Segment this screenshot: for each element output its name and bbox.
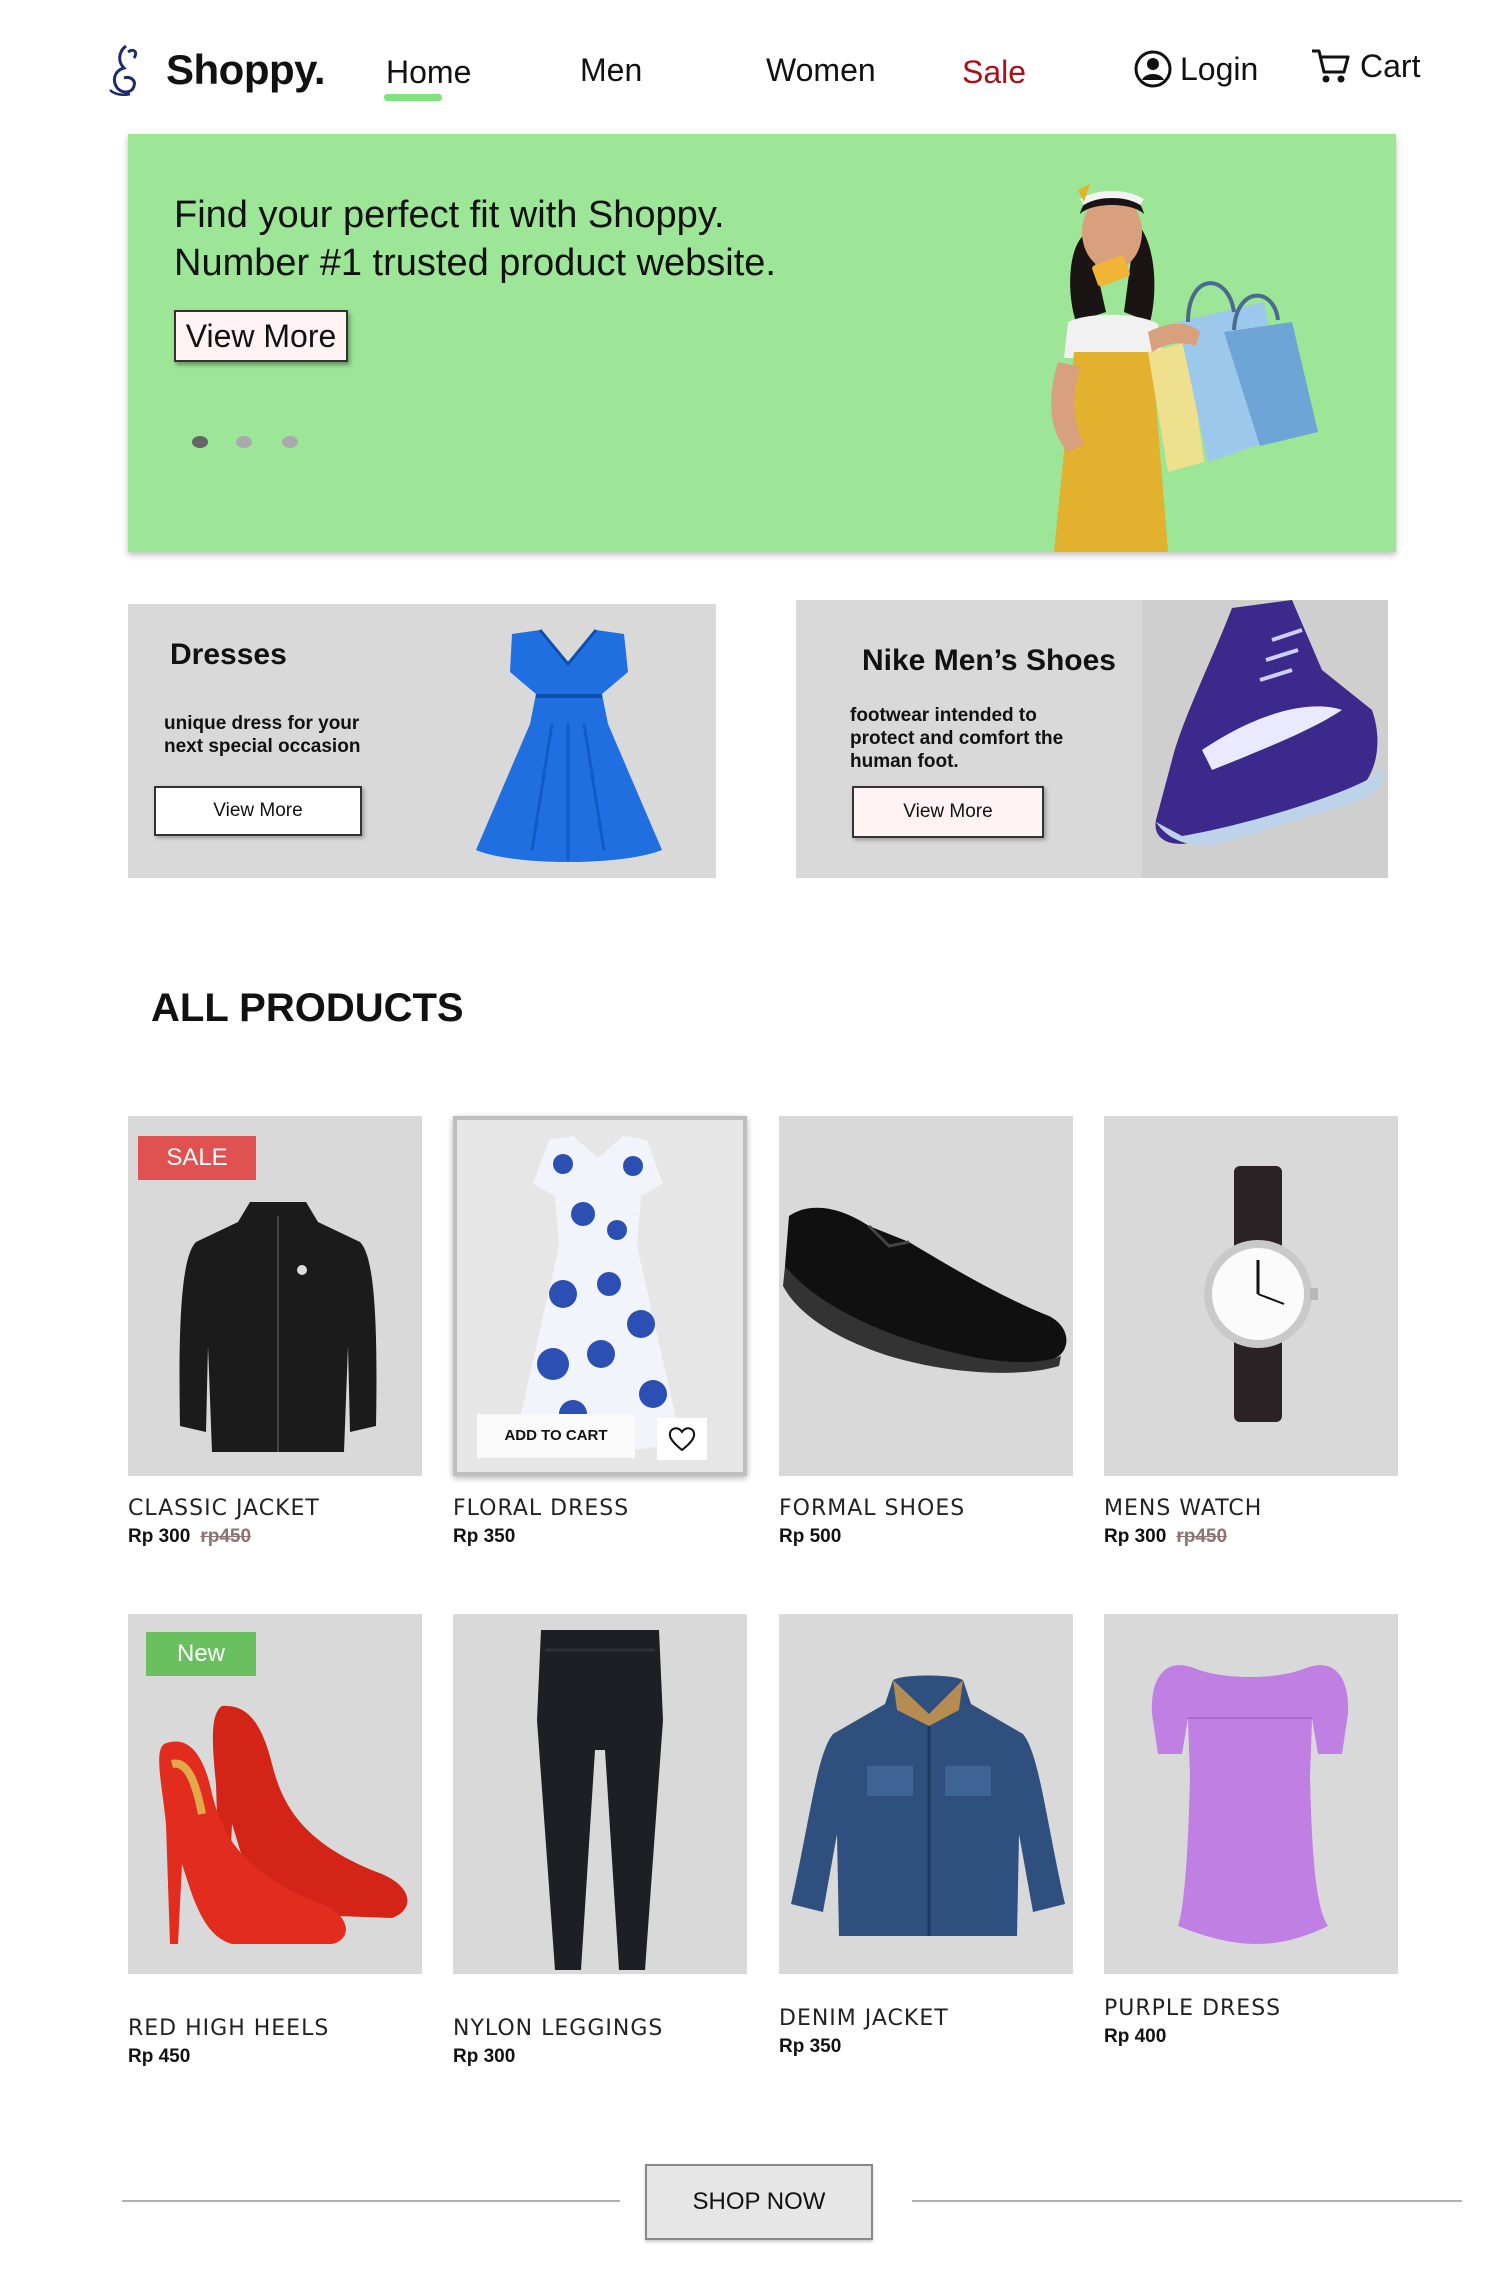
hero-view-more-button[interactable]: View More <box>174 310 348 362</box>
nav-active-indicator <box>384 94 442 101</box>
dress-icon <box>515 1136 681 1452</box>
leggings-icon <box>537 1630 663 1970</box>
sale-badge: SALE <box>138 1136 256 1180</box>
cart-icon <box>1312 49 1350 83</box>
product-price: Rp 350 <box>779 2036 842 2057</box>
product-name[interactable]: MENS WATCH <box>1104 1496 1262 1521</box>
promo-description: footwear intended to protect and comfort… <box>850 705 1064 772</box>
promo-card-shoes[interactable]: Nike Men’s Shoes footwear intended to pr… <box>796 600 1388 878</box>
product-old-price: rp450 <box>200 1526 252 1547</box>
product-name[interactable]: CLASSIC JACKET <box>128 1496 320 1521</box>
jacket-icon <box>791 1675 1065 1936</box>
product-name[interactable]: FORMAL SHOES <box>779 1496 965 1521</box>
promo-view-more-button[interactable]: View More <box>852 786 1044 838</box>
hero-headline-line1: Find your perfect fit with Shoppy. <box>174 194 725 236</box>
promo-card-dresses[interactable]: Dresses unique dress for your next speci… <box>128 604 716 878</box>
product-price-row: Rp 400 <box>1104 2026 1166 2048</box>
woman-shopping-image <box>1051 184 1318 552</box>
hero-headline-line2: Number #1 trusted product website. <box>174 242 776 284</box>
carousel-dot-1[interactable] <box>192 436 208 448</box>
product-price: Rp 300 <box>128 1526 191 1547</box>
cart-button[interactable]: Cart <box>1310 46 1420 86</box>
divider-right <box>912 2200 1462 2202</box>
nav-sale[interactable]: Sale <box>962 54 1026 91</box>
jacket-icon <box>179 1202 377 1452</box>
product-price-row: Rp 300 rp450 <box>1104 1526 1227 1548</box>
add-to-cart-button[interactable]: ADD TO CART <box>477 1414 635 1458</box>
divider-left <box>122 2200 620 2202</box>
hero-banner: Find your perfect fit with Shoppy. Numbe… <box>128 134 1396 552</box>
heels-icon <box>159 1705 408 1944</box>
product-name[interactable]: NYLON LEGGINGS <box>453 2016 663 2041</box>
user-icon <box>1134 50 1172 88</box>
nav-women[interactable]: Women <box>766 52 876 89</box>
carousel-dot-3[interactable] <box>282 436 298 448</box>
product-price: Rp 300 <box>453 2046 516 2067</box>
product-price: Rp 500 <box>779 1526 842 1547</box>
product-price-row: Rp 350 <box>453 1526 515 1548</box>
promo-title: Dresses <box>170 638 287 671</box>
nav-home[interactable]: Home <box>386 54 471 91</box>
product-price: Rp 450 <box>128 2046 191 2067</box>
promo-title: Nike Men’s Shoes <box>862 644 1116 677</box>
dress-icon <box>1151 1665 1349 1944</box>
wishlist-button[interactable] <box>657 1418 707 1460</box>
nike-shoe-image <box>1155 600 1384 846</box>
product-card-formal-shoes[interactable] <box>779 1116 1073 1476</box>
product-price-row: Rp 300 rp450 <box>128 1526 251 1548</box>
product-card-floral-dress[interactable]: ADD TO CART <box>453 1116 747 1476</box>
cart-label: Cart <box>1360 47 1421 84</box>
promo-description: unique dress for your next special occas… <box>164 713 361 757</box>
section-title: ALL PRODUCTS <box>151 986 464 1030</box>
product-card-classic-jacket[interactable]: SALE <box>128 1116 422 1476</box>
heart-icon <box>668 1427 696 1452</box>
shoe-icon <box>783 1207 1067 1373</box>
product-name[interactable]: PURPLE DRESS <box>1104 1996 1281 2021</box>
login-label: Login <box>1180 50 1259 87</box>
product-price-row: Rp 450 <box>128 2046 190 2068</box>
product-card-mens-watch[interactable] <box>1104 1116 1398 1476</box>
promo-view-more-button[interactable]: View More <box>154 786 362 836</box>
watch-icon <box>1204 1166 1318 1422</box>
new-badge: New <box>146 1632 256 1676</box>
login-button[interactable]: Login <box>1134 50 1258 88</box>
product-price-row: Rp 500 <box>779 1526 841 1548</box>
logo-icon[interactable] <box>104 42 144 98</box>
product-name[interactable]: RED HIGH HEELS <box>128 2016 329 2041</box>
product-card-nylon-leggings[interactable] <box>453 1614 747 1974</box>
shoe-image-panel <box>1142 600 1388 878</box>
carousel-dot-2[interactable] <box>236 436 252 448</box>
product-card-red-high-heels[interactable]: New <box>128 1614 422 1974</box>
product-price-row: Rp 350 <box>779 2036 841 2058</box>
product-price-row: Rp 300 <box>453 2046 515 2068</box>
product-old-price: rp450 <box>1176 1526 1228 1547</box>
product-name[interactable]: DENIM JACKET <box>779 2006 949 2031</box>
product-card-denim-jacket[interactable] <box>779 1614 1073 1974</box>
product-card-purple-dress[interactable] <box>1104 1614 1398 1974</box>
product-name[interactable]: FLORAL DRESS <box>453 1496 629 1521</box>
brand-name[interactable]: Shoppy. <box>166 46 326 94</box>
nav-men[interactable]: Men <box>580 52 642 89</box>
product-price: Rp 400 <box>1104 2026 1167 2047</box>
shop-now-button[interactable]: SHOP NOW <box>645 2164 873 2240</box>
product-price: Rp 300 <box>1104 1526 1167 1547</box>
blue-dress-image <box>476 629 662 862</box>
product-price: Rp 350 <box>453 1526 516 1547</box>
